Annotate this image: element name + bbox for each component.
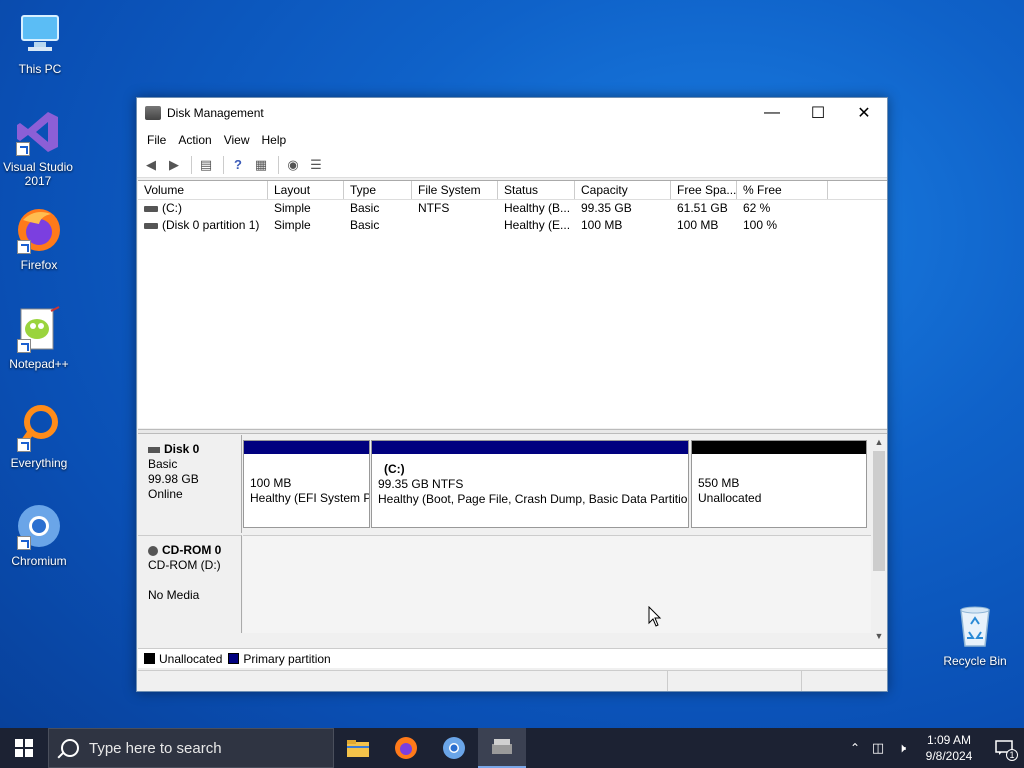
start-button[interactable]: [0, 728, 48, 768]
legend-unallocated: Unallocated: [159, 651, 223, 666]
menu-view[interactable]: View: [218, 133, 256, 147]
desktop-icon-this-pc[interactable]: This PC: [2, 10, 78, 76]
desktop-icon-notepadpp[interactable]: Notepad++: [1, 305, 77, 371]
column-type[interactable]: Type: [344, 181, 412, 199]
minimize-button[interactable]: —: [749, 98, 795, 128]
desktop-icon-label: This PC: [18, 62, 62, 76]
close-button[interactable]: ✕: [841, 98, 887, 128]
partition-c[interactable]: (C:) 99.35 GB NTFS Healthy (Boot, Page F…: [371, 440, 689, 528]
cdrom-0-label[interactable]: CD-ROM 0 CD-ROM (D:) No Media: [138, 535, 242, 633]
recycle-bin-icon: [951, 602, 999, 650]
taskbar-search-box[interactable]: Type here to search: [48, 728, 334, 768]
volume-list: Volume Layout Type File System Status Ca…: [138, 180, 887, 428]
desktop-icon-label: Chromium: [11, 554, 67, 568]
action-center-button[interactable]: 1: [984, 728, 1024, 768]
menu-help[interactable]: Help: [256, 133, 293, 147]
chromium-icon: [443, 737, 465, 759]
disk-graphical-view: Disk 0 Basic 99.98 GB Online 100 MB Heal…: [138, 435, 871, 635]
show-hide-console-tree-icon[interactable]: ▤: [196, 156, 216, 174]
mouse-cursor-icon: [648, 606, 662, 627]
status-bar: [138, 670, 887, 691]
search-icon: [61, 739, 79, 757]
menu-file[interactable]: File: [141, 133, 172, 147]
legend-primary: Primary partition: [243, 651, 331, 666]
network-icon[interactable]: ◫: [866, 740, 890, 756]
computer-icon: [16, 10, 64, 58]
column-free-space[interactable]: Free Spa...: [671, 181, 737, 199]
desktop-icon-label: Visual Studio 2017: [3, 160, 73, 188]
forward-arrow-icon[interactable]: ▶: [164, 156, 184, 174]
unallocated-swatch: [144, 653, 155, 664]
system-tray: ⌃ ◫ 🕨 1:09 AM 9/8/2024 1: [844, 728, 1024, 768]
search-placeholder: Type here to search: [89, 739, 222, 757]
firefox-icon: [395, 737, 417, 759]
volume-row[interactable]: (Disk 0 partition 1) Simple Basic Health…: [138, 217, 887, 234]
disk-management-icon: [492, 739, 512, 754]
disk-view-scrollbar[interactable]: ▲ ▼: [871, 435, 887, 647]
maximize-button[interactable]: ☐: [795, 98, 841, 128]
scroll-down-icon[interactable]: ▼: [871, 631, 887, 645]
toolbar: ◀ ▶ ▤ ? ▦ ◉ ☰: [137, 152, 887, 178]
taskbar-chromium[interactable]: [430, 728, 478, 768]
desktop-icon-firefox[interactable]: Firefox: [1, 206, 77, 272]
cdrom-icon: [148, 545, 158, 556]
taskbar-file-explorer[interactable]: [334, 728, 382, 768]
desktop-icon-visual-studio[interactable]: Visual Studio 2017: [0, 108, 76, 188]
list-view-icon[interactable]: ☰: [306, 156, 326, 174]
cdrom-0-area[interactable]: [243, 535, 871, 633]
taskbar-clock[interactable]: 1:09 AM 9/8/2024: [914, 732, 984, 764]
partition-unallocated[interactable]: 550 MB Unallocated: [691, 440, 867, 528]
desktop-icon-label: Notepad++: [9, 357, 69, 371]
taskbar-firefox[interactable]: [382, 728, 430, 768]
window-title: Disk Management: [167, 106, 264, 120]
volume-icon: [144, 205, 158, 212]
connect-disk-icon[interactable]: ◉: [283, 156, 303, 174]
title-bar[interactable]: Disk Management — ☐ ✕: [137, 98, 887, 128]
pane-splitter[interactable]: [138, 429, 887, 434]
column-capacity[interactable]: Capacity: [575, 181, 671, 199]
column-volume[interactable]: Volume: [138, 181, 268, 199]
desktop-icon-everything[interactable]: Everything: [1, 404, 77, 470]
volume-row[interactable]: (C:) Simple Basic NTFS Healthy (B... 99.…: [138, 200, 887, 217]
everything-icon: [15, 404, 63, 452]
desktop-icon-chromium[interactable]: Chromium: [1, 502, 77, 568]
disk-0-label[interactable]: Disk 0 Basic 99.98 GB Online: [138, 435, 242, 533]
disk-icon: [148, 446, 160, 453]
menu-bar: File Action View Help: [137, 128, 887, 152]
help-icon[interactable]: ?: [228, 156, 248, 174]
desktop-icon-label: Recycle Bin: [943, 654, 1007, 668]
menu-action[interactable]: Action: [172, 133, 217, 147]
folder-icon: [347, 740, 369, 757]
taskbar-disk-management[interactable]: [478, 728, 526, 768]
volume-icon: [144, 222, 158, 229]
disk-management-app-icon: [145, 106, 161, 120]
column-layout[interactable]: Layout: [268, 181, 344, 199]
properties-icon[interactable]: ▦: [251, 156, 271, 174]
column-percent-free[interactable]: % Free: [737, 181, 828, 199]
column-file-system[interactable]: File System: [412, 181, 498, 199]
windows-logo-icon: [15, 739, 33, 757]
desktop-icon-recycle-bin[interactable]: Recycle Bin: [937, 602, 1013, 668]
firefox-icon: [15, 206, 63, 254]
primary-partition-swatch: [228, 653, 240, 664]
back-arrow-icon[interactable]: ◀: [141, 156, 161, 174]
partition-efi[interactable]: 100 MB Healthy (EFI System P: [243, 440, 370, 528]
scrollbar-thumb[interactable]: [873, 451, 885, 571]
desktop-icon-label: Everything: [10, 456, 68, 470]
visual-studio-icon: [14, 108, 62, 156]
volume-muted-icon[interactable]: 🕨: [890, 740, 914, 756]
notification-count: 1: [1006, 749, 1018, 761]
clock-time: 1:09 AM: [926, 733, 972, 747]
desktop-icon-label: Firefox: [20, 258, 58, 272]
volume-list-header: Volume Layout Type File System Status Ca…: [138, 181, 887, 200]
disk-management-window: Disk Management — ☐ ✕ File Action View H…: [136, 97, 888, 692]
tray-overflow-chevron-icon[interactable]: ⌃: [844, 741, 866, 755]
legend: Unallocated Primary partition: [138, 648, 887, 668]
notepadpp-icon: [15, 305, 63, 353]
column-status[interactable]: Status: [498, 181, 575, 199]
scroll-up-icon[interactable]: ▲: [871, 437, 887, 451]
taskbar: Type here to search ⌃ ◫ 🕨 1:09 AM 9/8/20…: [0, 728, 1024, 768]
clock-date: 9/8/2024: [925, 749, 973, 763]
chromium-icon: [15, 502, 63, 550]
